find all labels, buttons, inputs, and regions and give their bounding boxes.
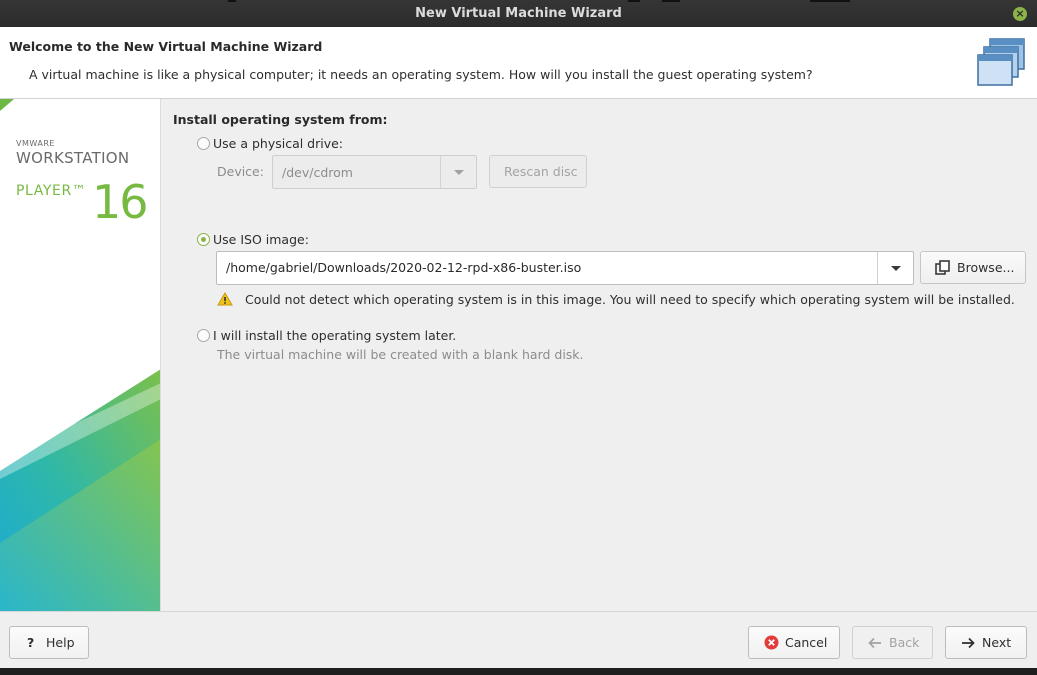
title-bar-gap: [810, 0, 850, 2]
device-select: /dev/cdrom: [272, 155, 477, 189]
chevron-down-icon: [454, 170, 464, 175]
wizard-header: Welcome to the New Virtual Machine Wizar…: [0, 27, 1037, 99]
wizard-step-title: Welcome to the New Virtual Machine Wizar…: [9, 39, 323, 54]
arrow-right-icon: [962, 637, 975, 649]
device-select-divider: [440, 156, 441, 188]
title-bar-gap: [628, 0, 640, 2]
brand-vendor: VMWARE: [16, 139, 55, 148]
cancel-label: Cancel: [785, 635, 828, 650]
brand-product: WORKSTATION: [16, 149, 130, 167]
install-later-radio[interactable]: [197, 329, 210, 342]
rescan-disc-label: Rescan disc: [504, 164, 578, 179]
device-label: Device:: [217, 164, 264, 179]
next-button[interactable]: Next: [945, 626, 1027, 659]
title-bar-gap: [662, 0, 680, 2]
browse-icon: [935, 260, 950, 275]
cancel-icon: [764, 635, 779, 650]
arrow-left-icon: [868, 637, 881, 649]
iso-path-divider: [877, 252, 878, 284]
iso-warning-message: Could not detect which operating system …: [245, 292, 1015, 307]
brand-sidebar: VMWARE WORKSTATION PLAYER™ 16: [0, 99, 161, 611]
window-title: New Virtual Machine Wizard: [415, 6, 622, 21]
help-button[interactable]: ? Help: [9, 626, 89, 659]
desktop-background-strip: [0, 668, 1037, 675]
install-section-title: Install operating system from:: [173, 112, 388, 127]
install-source-panel: Install operating system from: Use a phy…: [161, 99, 1037, 611]
close-window-button[interactable]: ×: [1013, 7, 1027, 21]
physical-drive-label[interactable]: Use a physical drive:: [213, 136, 343, 151]
brand-version: 16: [92, 175, 149, 229]
browse-label: Browse...: [957, 260, 1015, 275]
product-logo: VMWARE WORKSTATION PLAYER™ 16: [16, 139, 149, 225]
browse-button[interactable]: Browse...: [920, 251, 1026, 284]
device-value: /dev/cdrom: [282, 165, 353, 180]
warning-icon: [217, 292, 233, 306]
help-label: Help: [46, 635, 75, 650]
wizard-footer: ? Help Cancel Back Next: [0, 611, 1037, 668]
rescan-disc-button: Rescan disc: [489, 155, 587, 188]
wizard-step-subtitle: A virtual machine is like a physical com…: [29, 67, 813, 82]
physical-drive-radio[interactable]: [197, 137, 210, 150]
iso-image-label[interactable]: Use ISO image:: [213, 232, 309, 247]
cancel-button[interactable]: Cancel: [748, 626, 840, 659]
help-icon: ?: [27, 635, 35, 650]
chevron-down-icon[interactable]: [891, 266, 901, 271]
back-label: Back: [889, 635, 920, 650]
back-button: Back: [852, 626, 933, 659]
brand-edition: PLAYER™: [16, 183, 87, 199]
virtual-machines-icon: [977, 38, 1025, 86]
iso-path-combobox[interactable]: /home/gabriel/Downloads/2020-02-12-rpd-x…: [216, 251, 914, 285]
iso-path-input[interactable]: /home/gabriel/Downloads/2020-02-12-rpd-x…: [226, 260, 581, 275]
install-later-note: The virtual machine will be created with…: [217, 347, 584, 362]
close-icon: ×: [1015, 7, 1025, 20]
wizard-window: Welcome to the New Virtual Machine Wizar…: [0, 27, 1037, 668]
title-bar-gap: [228, 0, 236, 2]
next-label: Next: [982, 635, 1012, 650]
iso-image-radio[interactable]: [197, 233, 210, 246]
install-later-label[interactable]: I will install the operating system late…: [213, 328, 456, 343]
title-bar: New Virtual Machine Wizard ×: [0, 0, 1037, 27]
